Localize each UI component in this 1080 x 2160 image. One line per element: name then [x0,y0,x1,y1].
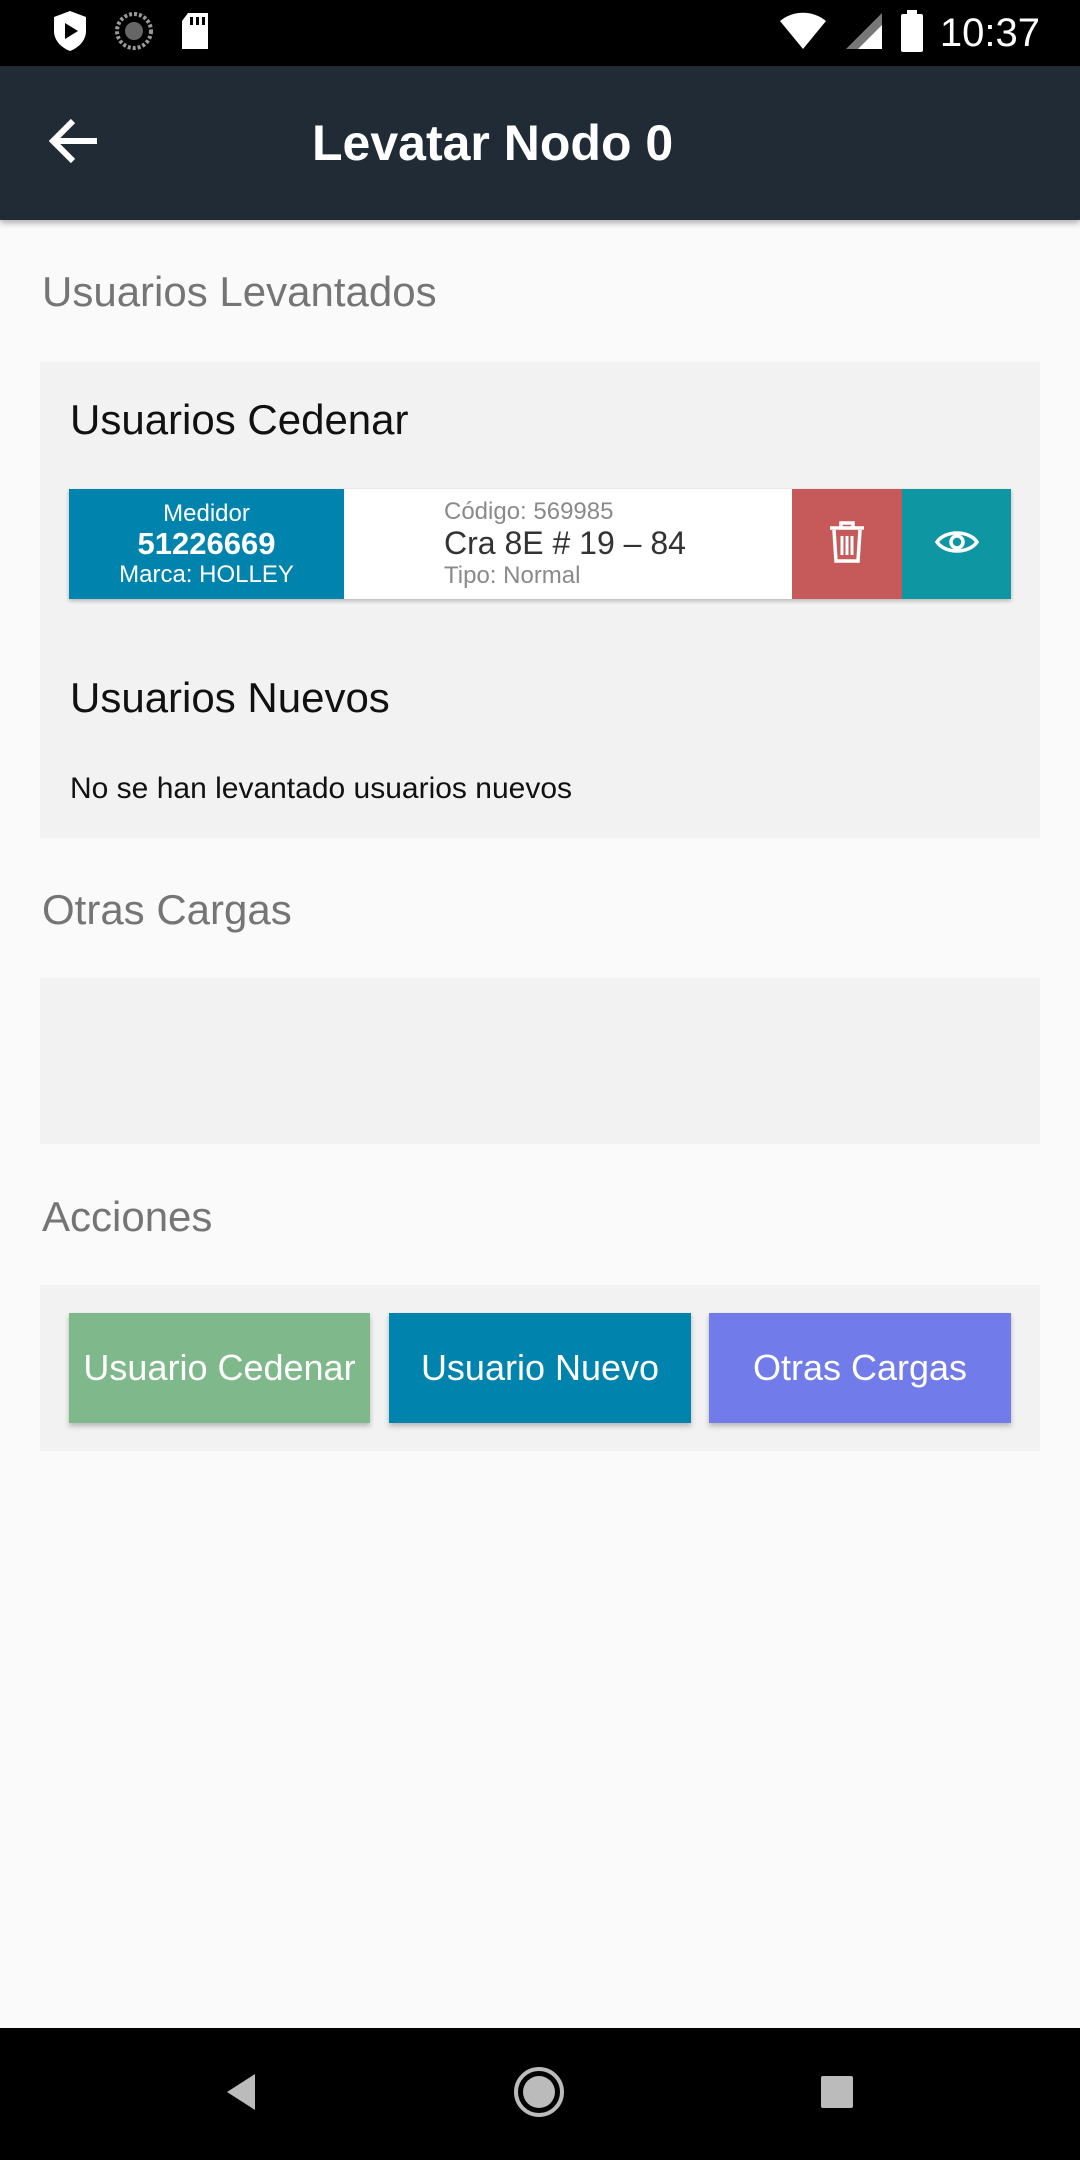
section-title-otras-cargas: Otras Cargas [42,886,292,933]
view-user-button[interactable] [902,489,1011,599]
otras-cargas-button[interactable]: Otras Cargas [709,1313,1011,1423]
nav-home-button[interactable] [503,2058,575,2130]
delete-user-button[interactable] [792,489,902,599]
sd-card-icon [178,11,212,56]
sync-icon [114,11,154,56]
meter-number: 51226669 [137,525,276,561]
section-title-usuarios-levantados: Usuarios Levantados [42,268,437,315]
nav-back-button[interactable] [205,2058,277,2130]
play-protect-icon [50,9,90,58]
circle-home-icon [511,2064,567,2125]
nav-recents-button[interactable] [801,2058,873,2130]
user-code: Código: 569985 [444,498,614,526]
battery-icon [900,9,924,57]
meter-block: Medidor 51226669 Marca: HOLLEY [69,489,344,599]
usuario-nuevo-button[interactable]: Usuario Nuevo [389,1313,691,1423]
user-info: Código: 569985 Cra 8E # 19 – 84 Tipo: No… [344,489,792,599]
app-bar: Levatar Nodo 0 [0,66,1080,220]
navigation-bar [0,2028,1080,2160]
usuarios-nuevos-heading: Usuarios Nuevos [70,674,390,721]
status-time: 10:37 [939,10,1040,55]
eye-icon [934,527,979,562]
page-title: Levatar Nodo 0 [312,115,674,171]
back-button[interactable] [40,111,110,175]
section-title-acciones: Acciones [42,1193,213,1240]
empty-message: No se han levantado usuarios nuevos [70,772,573,805]
user-address: Cra 8E # 19 – 84 [444,525,686,562]
triangle-back-icon [221,2070,261,2119]
user-row[interactable]: Medidor 51226669 Marca: HOLLEY Código: 5… [69,489,1011,599]
wifi-icon [778,11,828,56]
acciones-card: Usuario Cedenar Usuario Nuevo Otras Carg… [40,1285,1040,1451]
user-type: Tipo: Normal [444,561,581,589]
square-recents-icon [819,2074,855,2115]
meter-label: Medidor [163,499,250,527]
meter-brand: Marca: HOLLEY [119,561,294,589]
trash-icon [827,520,867,569]
cell-signal-icon [844,11,884,56]
status-bar: 10:37 [0,0,1080,66]
arrow-back-icon [48,118,101,169]
usuarios-card: Usuarios Cedenar Medidor 51226669 Marca:… [40,362,1040,838]
otras-cargas-card [40,978,1040,1144]
usuarios-cedenar-heading: Usuarios Cedenar [70,396,409,443]
usuario-cedenar-button[interactable]: Usuario Cedenar [69,1313,370,1423]
